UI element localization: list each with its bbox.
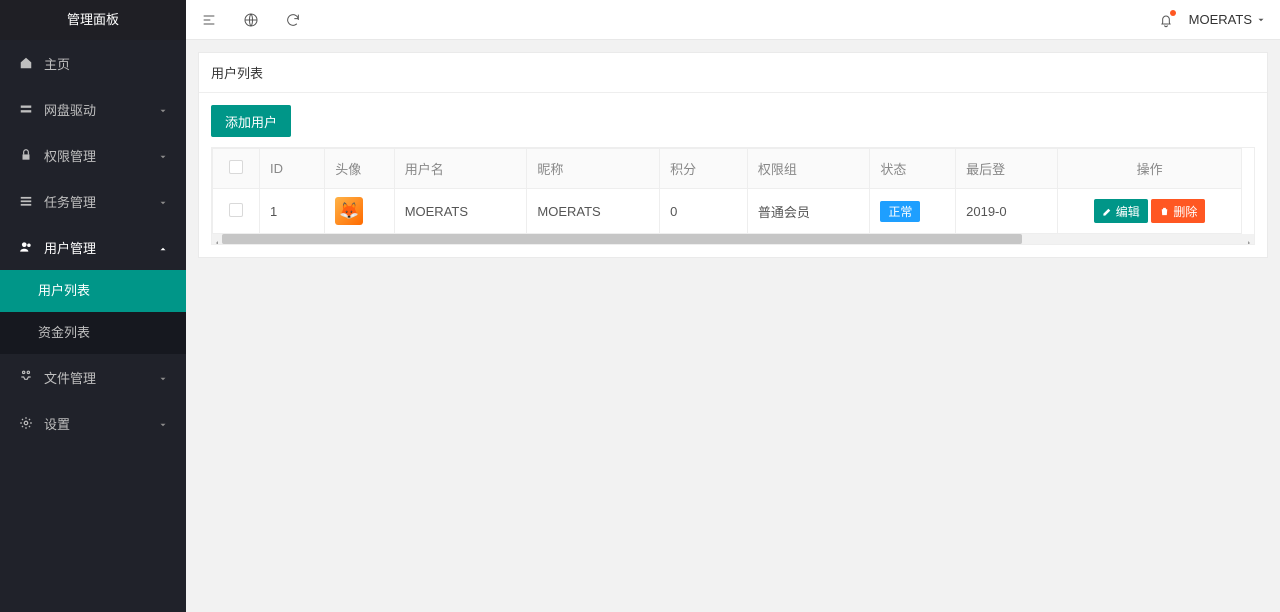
row-checkbox[interactable] [229, 203, 243, 217]
sidebar-item-settings[interactable]: 设置 [0, 400, 186, 446]
home-icon [18, 55, 34, 71]
cell-avatar: 🦊 [325, 189, 394, 234]
sidebar: 管理面板 主页 网盘驱动 权限管理 任务管理 [0, 0, 186, 612]
sidebar-item-permissions[interactable]: 权限管理 [0, 132, 186, 178]
chevron-down-icon [1256, 15, 1266, 25]
table-scroll-container[interactable]: ID 头像 用户名 昵称 积分 权限组 状态 最后登 操作 [211, 147, 1255, 245]
sidebar-item-label: 任务管理 [44, 192, 96, 211]
sidebar-item-drive[interactable]: 网盘驱动 [0, 86, 186, 132]
cell-ops: 编辑 删除 [1058, 189, 1242, 234]
th-lastlogin: 最后登 [956, 149, 1058, 189]
horizontal-scrollbar[interactable] [212, 234, 1254, 244]
sidebar-item-home[interactable]: 主页 [0, 40, 186, 86]
panel-user-list: 用户列表 添加用户 [198, 52, 1268, 258]
sidebar-item-users[interactable]: 用户管理 [0, 224, 186, 270]
tasks-icon [18, 193, 34, 209]
cell-points: 0 [660, 189, 748, 234]
th-avatar: 头像 [325, 149, 394, 189]
edit-button[interactable]: 编辑 [1094, 199, 1148, 223]
files-icon [18, 369, 34, 385]
user-menu[interactable]: MOERATS [1189, 12, 1266, 27]
notifications-icon[interactable] [1157, 11, 1175, 29]
cell-username: MOERATS [394, 189, 527, 234]
trash-icon [1159, 206, 1170, 217]
user-table: ID 头像 用户名 昵称 积分 权限组 状态 最后登 操作 [212, 148, 1242, 234]
add-user-button[interactable]: 添加用户 [211, 105, 291, 137]
main-area: MOERATS 用户列表 添加用户 [186, 0, 1280, 612]
select-all-checkbox[interactable] [229, 160, 243, 174]
sidebar-item-label: 主页 [44, 54, 70, 73]
th-points: 积分 [660, 149, 748, 189]
sidebar-subitem-fund-list[interactable]: 资金列表 [0, 312, 186, 354]
chevron-down-icon [158, 418, 168, 428]
gear-icon [18, 415, 34, 431]
refresh-icon[interactable] [284, 11, 302, 29]
scroll-right-icon[interactable] [1245, 235, 1253, 243]
th-id: ID [259, 149, 324, 189]
scroll-left-icon[interactable] [213, 235, 221, 243]
user-name: MOERATS [1189, 12, 1252, 27]
drive-icon [18, 101, 34, 117]
delete-button[interactable]: 删除 [1151, 199, 1205, 223]
sidebar-item-label: 用户管理 [44, 238, 96, 257]
chevron-up-icon [158, 242, 168, 252]
sidebar-item-label: 网盘驱动 [44, 100, 96, 119]
users-icon [18, 239, 34, 255]
th-ops: 操作 [1058, 149, 1242, 189]
avatar: 🦊 [335, 197, 363, 225]
lock-icon [18, 147, 34, 163]
sidebar-item-files[interactable]: 文件管理 [0, 354, 186, 400]
cell-group: 普通会员 [747, 189, 870, 234]
sidebar-item-tasks[interactable]: 任务管理 [0, 178, 186, 224]
cell-status: 正常 [870, 189, 956, 234]
cell-nickname: MOERATS [527, 189, 660, 234]
globe-icon[interactable] [242, 11, 260, 29]
cell-lastlogin: 2019-0 [956, 189, 1058, 234]
sidebar-submenu-users: 用户列表 资金列表 [0, 270, 186, 354]
scroll-thumb[interactable] [222, 234, 1022, 244]
table-row: 1 🦊 MOERATS MOERATS 0 普通会员 正常 2019-0 [213, 189, 1242, 234]
brand-title: 管理面板 [0, 0, 186, 40]
th-username: 用户名 [394, 149, 527, 189]
chevron-down-icon [158, 104, 168, 114]
th-group: 权限组 [747, 149, 870, 189]
pencil-icon [1102, 206, 1113, 217]
chevron-down-icon [158, 372, 168, 382]
sidebar-item-label: 文件管理 [44, 368, 96, 387]
panel-title: 用户列表 [199, 53, 1267, 93]
cell-id: 1 [259, 189, 324, 234]
chevron-down-icon [158, 196, 168, 206]
status-badge: 正常 [880, 201, 920, 222]
menu-toggle-icon[interactable] [200, 11, 218, 29]
sidebar-item-label: 权限管理 [44, 146, 96, 165]
topbar: MOERATS [186, 0, 1280, 40]
notification-dot [1170, 10, 1176, 16]
th-status: 状态 [870, 149, 956, 189]
chevron-down-icon [158, 150, 168, 160]
th-nickname: 昵称 [527, 149, 660, 189]
sidebar-item-label: 设置 [44, 414, 70, 433]
sidebar-subitem-user-list[interactable]: 用户列表 [0, 270, 186, 312]
